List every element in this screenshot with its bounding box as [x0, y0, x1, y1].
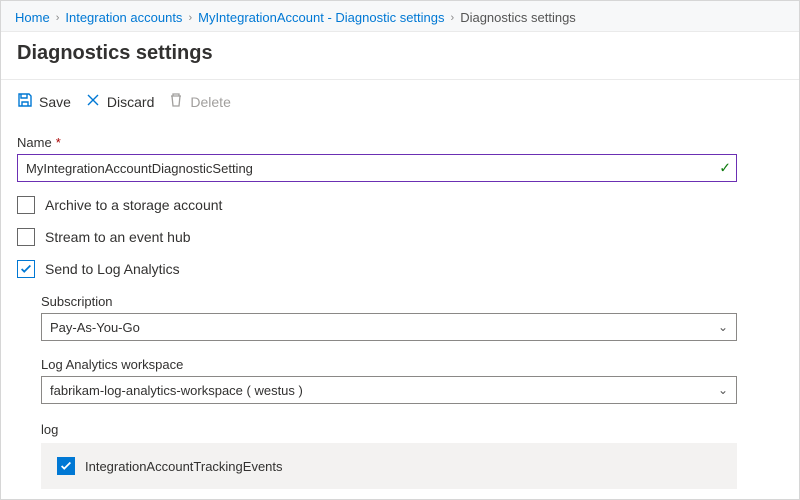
- archive-checkbox-row[interactable]: Archive to a storage account: [17, 196, 783, 214]
- workspace-label: Log Analytics workspace: [41, 357, 783, 372]
- breadcrumb-integration-accounts[interactable]: Integration accounts: [65, 10, 182, 25]
- chevron-down-icon: ⌄: [718, 320, 728, 334]
- required-asterisk: *: [56, 135, 61, 150]
- breadcrumb-account-diag[interactable]: MyIntegrationAccount - Diagnostic settin…: [198, 10, 444, 25]
- stream-label: Stream to an event hub: [45, 229, 191, 245]
- log-category-checkbox[interactable]: [57, 457, 75, 475]
- breadcrumb: Home › Integration accounts › MyIntegrat…: [1, 1, 799, 32]
- archive-checkbox[interactable]: [17, 196, 35, 214]
- send-log-label: Send to Log Analytics: [45, 261, 180, 277]
- trash-icon: [168, 92, 184, 111]
- delete-button: Delete: [168, 92, 230, 111]
- subscription-select[interactable]: Pay-As-You-Go ⌄: [41, 313, 737, 341]
- name-label-text: Name: [17, 135, 52, 150]
- stream-checkbox[interactable]: [17, 228, 35, 246]
- page-title: Diagnostics settings: [1, 32, 799, 80]
- check-icon: ✓: [719, 160, 731, 177]
- breadcrumb-current: Diagnostics settings: [460, 10, 576, 25]
- log-category-row[interactable]: IntegrationAccountTrackingEvents: [41, 443, 737, 489]
- name-input[interactable]: [17, 154, 737, 182]
- workspace-section: Log Analytics workspace fabrikam-log-ana…: [41, 357, 783, 404]
- log-section: log IntegrationAccountTrackingEvents: [41, 422, 783, 489]
- chevron-right-icon: ›: [451, 12, 455, 24]
- breadcrumb-home[interactable]: Home: [15, 10, 50, 25]
- subscription-label: Subscription: [41, 294, 783, 309]
- chevron-right-icon: ›: [56, 12, 60, 24]
- chevron-right-icon: ›: [188, 12, 192, 24]
- log-category-label: IntegrationAccountTrackingEvents: [85, 459, 283, 474]
- discard-label: Discard: [107, 94, 154, 110]
- workspace-value: fabrikam-log-analytics-workspace ( westu…: [50, 383, 303, 398]
- name-input-wrap: ✓: [17, 154, 737, 182]
- subscription-section: Subscription Pay-As-You-Go ⌄: [41, 294, 783, 341]
- save-icon: [17, 92, 33, 111]
- send-log-checkbox[interactable]: [17, 260, 35, 278]
- name-label: Name *: [17, 135, 783, 150]
- subscription-value: Pay-As-You-Go: [50, 320, 140, 335]
- log-heading: log: [41, 422, 783, 437]
- stream-checkbox-row[interactable]: Stream to an event hub: [17, 228, 783, 246]
- save-label: Save: [39, 94, 71, 110]
- toolbar: Save Discard Delete: [1, 80, 799, 123]
- archive-label: Archive to a storage account: [45, 197, 222, 213]
- send-log-checkbox-row[interactable]: Send to Log Analytics: [17, 260, 783, 278]
- chevron-down-icon: ⌄: [718, 383, 728, 397]
- delete-label: Delete: [190, 94, 230, 110]
- save-button[interactable]: Save: [17, 92, 71, 111]
- close-icon: [85, 92, 101, 111]
- discard-button[interactable]: Discard: [85, 92, 154, 111]
- workspace-select[interactable]: fabrikam-log-analytics-workspace ( westu…: [41, 376, 737, 404]
- form: Name * ✓ Archive to a storage account St…: [1, 123, 799, 499]
